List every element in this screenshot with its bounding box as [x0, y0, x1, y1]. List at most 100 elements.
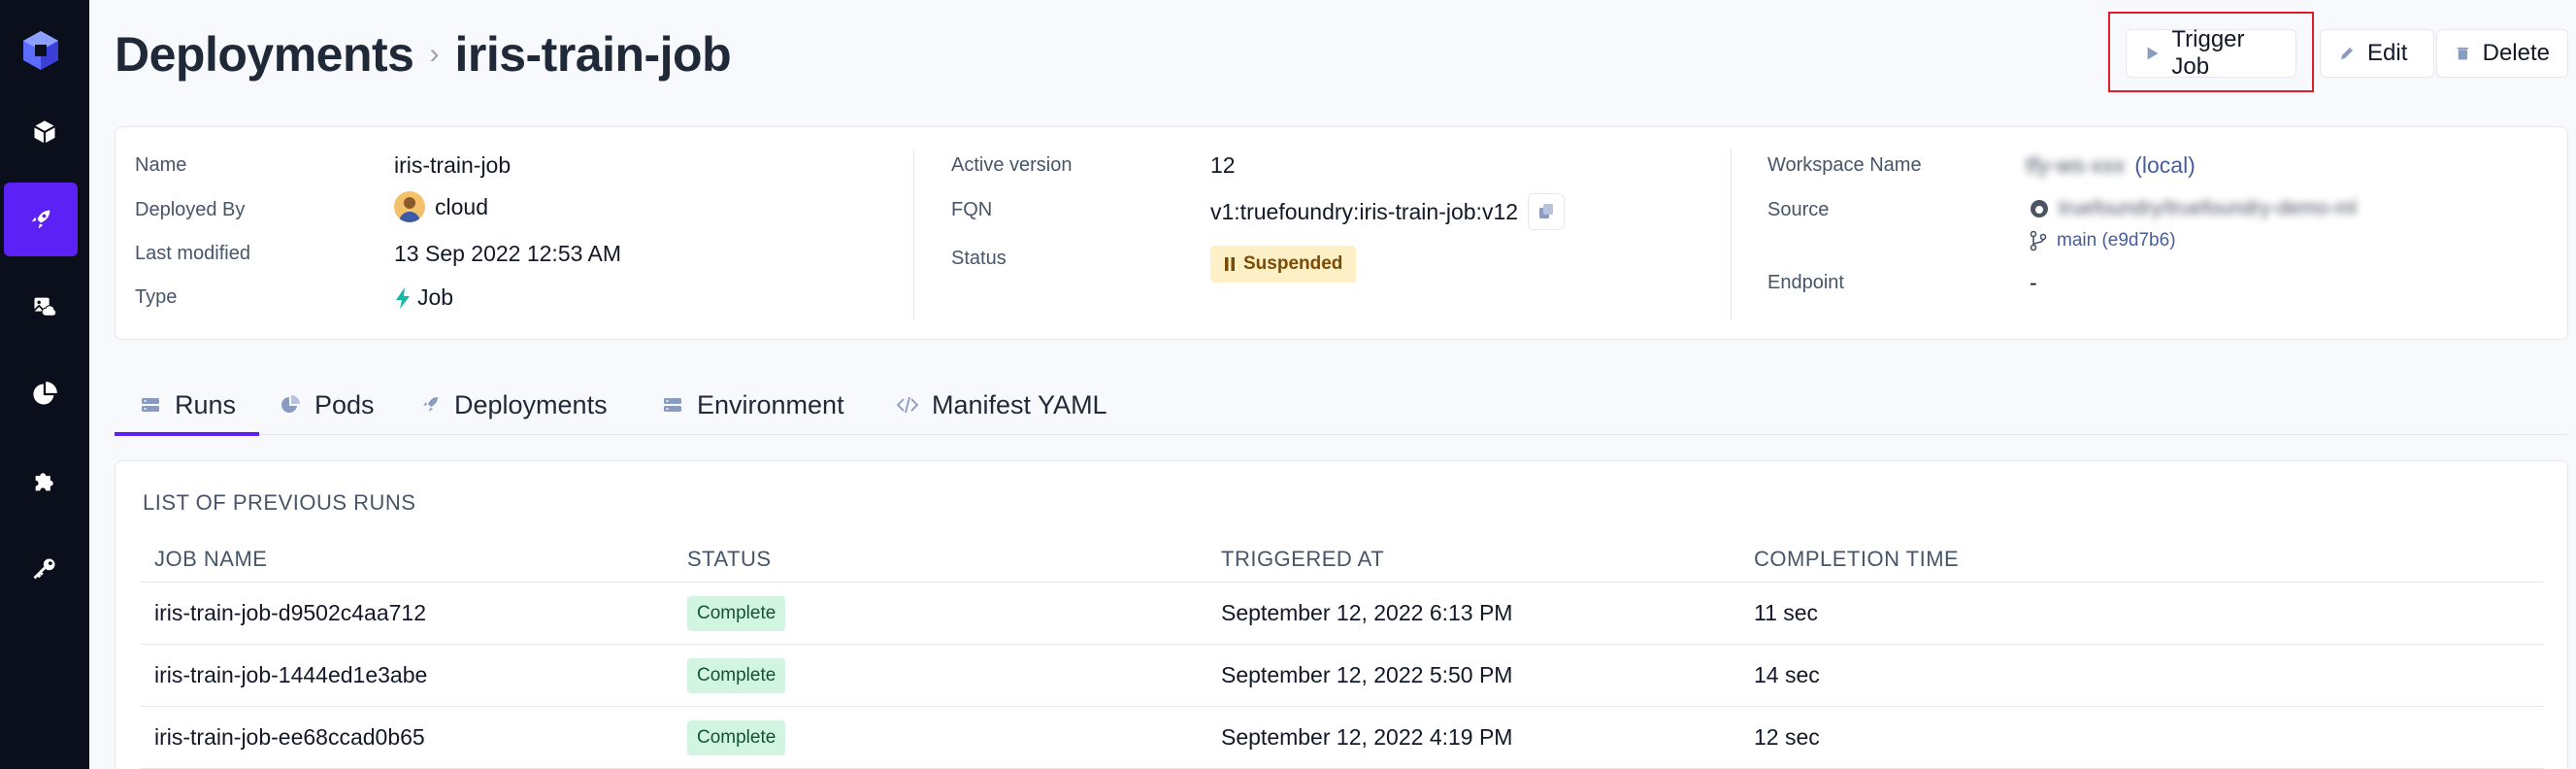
info-divider: [913, 149, 914, 319]
fqn-value: v1:truefoundry:iris-train-job:v12: [1210, 193, 1566, 230]
completion-time-cell: 12 sec: [1754, 724, 1820, 750]
source-label: Source: [1767, 199, 1830, 220]
tab-bar: Runs Pods Deployments Environment Manife…: [114, 375, 2568, 436]
copy-fqn-button[interactable]: [1528, 193, 1566, 230]
tab-deployments[interactable]: Deployments: [419, 375, 608, 435]
endpoint-label: Endpoint: [1767, 272, 1844, 293]
status-badge: Complete: [687, 595, 786, 631]
tab-environment-label: Environment: [697, 389, 844, 419]
pause-icon: [1225, 257, 1235, 271]
github-icon: [2031, 200, 2048, 217]
endpoint-value: -: [2030, 270, 2037, 295]
workspace-label: Workspace Name: [1767, 154, 1922, 176]
rocket-icon: [31, 210, 50, 229]
status-badge: Suspended: [1210, 246, 1357, 283]
rocket-icon: [423, 397, 438, 412]
job-name-cell[interactable]: iris-train-job-d9502c4aa712: [154, 583, 426, 644]
column-header-completion-time[interactable]: COMPLETION TIME: [1754, 547, 1959, 572]
active-version-label: Active version: [951, 154, 1073, 176]
tab-runs[interactable]: Runs: [114, 375, 260, 436]
edit-button[interactable]: Edit: [2320, 29, 2434, 78]
image-cloud-icon: [33, 297, 57, 317]
tab-runs-label: Runs: [175, 389, 237, 419]
breadcrumb-separator: ›: [429, 38, 440, 70]
delete-button[interactable]: Delete: [2436, 29, 2568, 78]
trash-icon: [2457, 47, 2468, 60]
column-header-status[interactable]: STATUS: [687, 547, 772, 572]
info-divider: [1731, 149, 1732, 319]
sidebar-item-images[interactable]: [0, 270, 89, 344]
job-name-cell[interactable]: iris-train-job-ee68ccad0b65: [154, 707, 425, 768]
last-modified-label: Last modified: [135, 243, 250, 264]
lightning-icon: [396, 286, 410, 309]
tab-deployments-label: Deployments: [454, 389, 608, 419]
deployed-by-value: cloud: [394, 191, 488, 222]
type-value: Job: [394, 284, 453, 311]
status-badge: Complete: [687, 657, 786, 693]
sidebar-item-integrations[interactable]: [0, 445, 89, 518]
sidebar: [0, 0, 89, 769]
source-repo[interactable]: truefoundry/truefoundry-demo-ml: [2030, 197, 2357, 220]
completion-time-cell: 11 sec: [1754, 600, 1819, 625]
pencil-icon: [2341, 48, 2353, 59]
cube-icon: [33, 120, 56, 144]
key-icon: [33, 558, 55, 580]
column-header-triggered-at[interactable]: TRIGGERED AT: [1221, 547, 1384, 572]
status-text: Suspended: [1243, 253, 1343, 274]
deployed-by-name: cloud: [435, 193, 488, 219]
table-row[interactable]: iris-train-job-1444ed1e3abe Complete Sep…: [141, 645, 2544, 707]
name-label: Name: [135, 154, 187, 176]
truefoundry-logo-icon[interactable]: [19, 29, 62, 72]
fqn-label: FQN: [951, 199, 993, 220]
puzzle-icon: [35, 473, 53, 491]
tab-environment[interactable]: Environment: [662, 375, 844, 435]
deployed-by-label: Deployed By: [135, 199, 246, 220]
job-name-cell[interactable]: iris-train-job-1444ed1e3abe: [154, 645, 427, 706]
highlight-box: [2108, 12, 2314, 92]
delete-label: Delete: [2482, 40, 2550, 66]
server-icon: [664, 398, 681, 412]
triggered-at-cell: September 12, 2022 4:19 PM: [1221, 724, 1513, 750]
type-label: Type: [135, 286, 178, 308]
pie-chart-icon: [281, 395, 300, 413]
workspace-cluster[interactable]: (local): [2134, 152, 2196, 179]
server-icon: [142, 398, 159, 412]
sidebar-item-secrets[interactable]: [0, 532, 89, 606]
breadcrumb: Deployments › iris-train-job: [115, 25, 732, 84]
workspace-value: tfy-ws-xxx (local): [2026, 152, 2196, 179]
tab-manifest-yaml-label: Manifest YAML: [932, 389, 1107, 419]
runs-card: LIST OF PREVIOUS RUNS JOB NAME STATUS TR…: [115, 460, 2568, 769]
copy-icon: [1539, 204, 1554, 218]
runs-section-title: LIST OF PREVIOUS RUNS: [143, 490, 416, 515]
tab-pods[interactable]: Pods: [280, 375, 375, 435]
triggered-at-cell: September 12, 2022 5:50 PM: [1221, 662, 1513, 687]
workspace-name-redacted: tfy-ws-xxx: [2026, 152, 2126, 178]
status-label: Status: [951, 248, 1007, 269]
column-header-job-name[interactable]: JOB NAME: [154, 547, 267, 572]
pie-chart-icon: [33, 382, 57, 405]
source-branch[interactable]: main (e9d7b6): [2030, 230, 2176, 251]
code-icon: [897, 396, 918, 414]
source-repo-redacted: truefoundry/truefoundry-demo-ml: [2059, 197, 2357, 219]
sidebar-item-cube[interactable]: [0, 95, 89, 169]
completion-time-cell: 14 sec: [1754, 662, 1820, 687]
triggered-at-cell: September 12, 2022 6:13 PM: [1221, 600, 1513, 625]
status-badge: Complete: [687, 719, 786, 755]
tab-pods-label: Pods: [314, 389, 375, 419]
table-row[interactable]: iris-train-job-ee68ccad0b65 Complete Sep…: [141, 707, 2544, 769]
tab-manifest-yaml[interactable]: Manifest YAML: [897, 375, 1107, 435]
sidebar-item-analytics[interactable]: [0, 357, 89, 431]
page-title: iris-train-job: [454, 27, 732, 82]
name-value: iris-train-job: [394, 152, 512, 178]
edit-label: Edit: [2367, 40, 2408, 66]
deployment-info-card: Name iris-train-job Deployed By cloud La…: [115, 126, 2568, 340]
avatar: [394, 191, 425, 222]
table-row[interactable]: iris-train-job-d9502c4aa712 Complete Sep…: [141, 583, 2544, 645]
breadcrumb-deployments-link[interactable]: Deployments: [115, 26, 414, 83]
source-branch-text: main (e9d7b6): [2057, 230, 2176, 251]
type-text: Job: [417, 284, 454, 310]
git-branch-icon: [2030, 230, 2047, 251]
sidebar-item-deployments[interactable]: [4, 183, 78, 256]
last-modified-value: 13 Sep 2022 12:53 AM: [394, 241, 622, 266]
fqn-text: v1:truefoundry:iris-train-job:v12: [1210, 198, 1519, 224]
